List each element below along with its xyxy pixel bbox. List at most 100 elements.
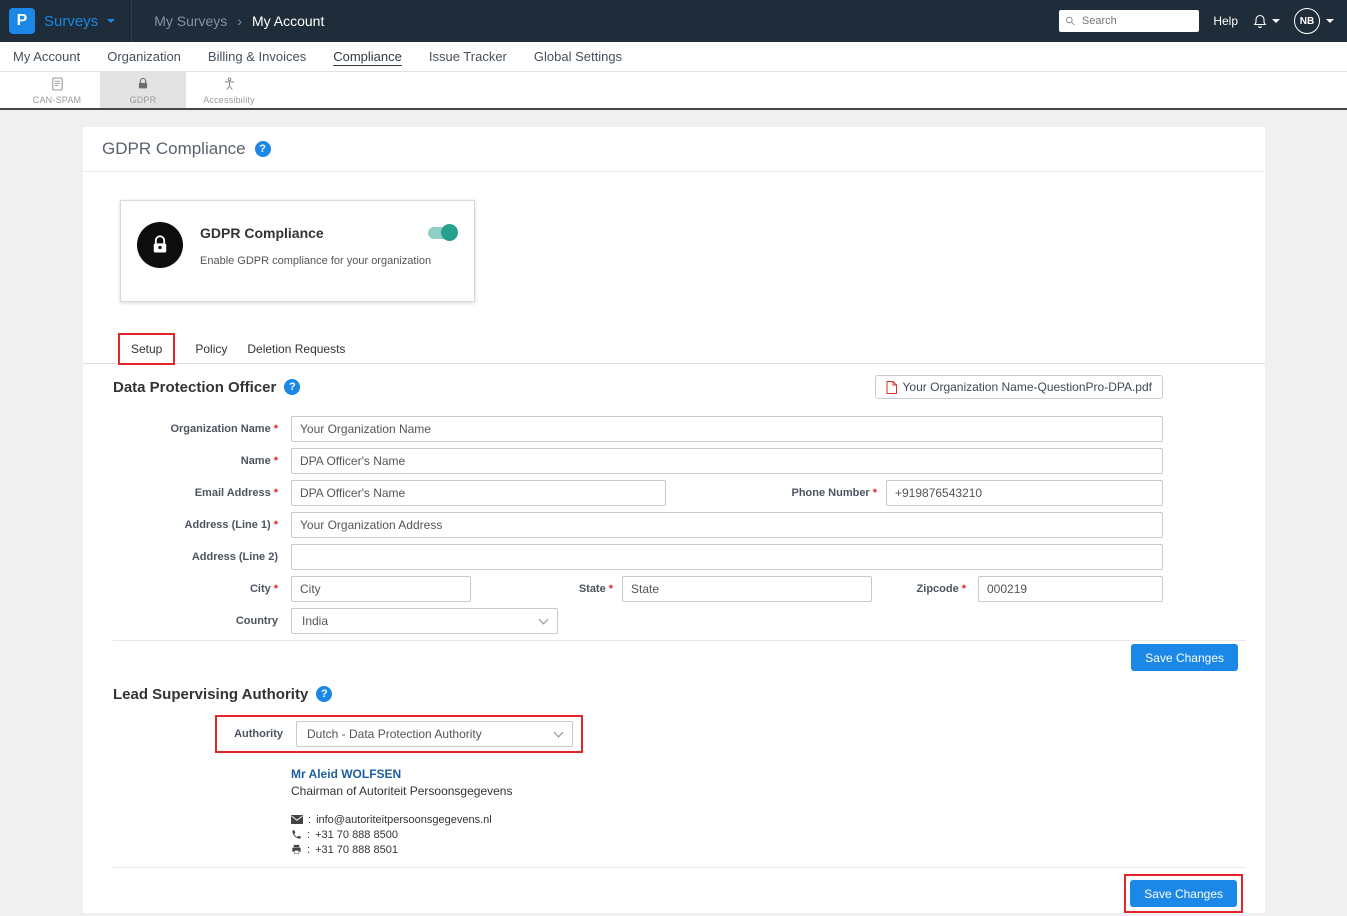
zipcode-label: Zipcode* <box>872 583 966 595</box>
gdpr-card-subtitle: Enable GDPR compliance for your organiza… <box>200 255 431 267</box>
authority-email: info@autoriteitpersoonsgegevens.nl <box>316 814 492 826</box>
gdpr-toggle-card: GDPR Compliance Enable GDPR compliance f… <box>120 200 475 302</box>
country-select[interactable]: India <box>291 608 558 634</box>
tab-label: GDPR <box>130 95 157 105</box>
notifications-button[interactable] <box>1252 13 1280 30</box>
product-switcher[interactable]: P Surveys <box>0 0 132 42</box>
compliance-icon-tabs: CAN-SPAM GDPR Accessibility <box>0 72 1347 110</box>
city-input[interactable] <box>291 576 471 602</box>
tab-label: Accessibility <box>203 95 255 105</box>
required-mark: * <box>274 487 278 499</box>
nav-item-issue-tracker[interactable]: Issue Tracker <box>429 49 507 64</box>
email-address-label: Email Address* <box>113 487 278 499</box>
lsa-heading-row: Lead Supervising Authority <box>113 681 1246 707</box>
phone-icon <box>291 829 302 840</box>
annotation-box-setup: Setup <box>118 333 175 365</box>
phone-number-label: Phone Number* <box>666 487 877 499</box>
phone-number-input[interactable] <box>886 480 1163 506</box>
app-logo: P <box>9 8 35 34</box>
country-value: India <box>302 614 328 628</box>
search-icon <box>1065 15 1076 27</box>
breadcrumb-my-surveys[interactable]: My Surveys <box>154 13 227 29</box>
tab-accessibility[interactable]: Accessibility <box>186 72 272 108</box>
pdf-button-label: Your Organization Name-QuestionPro-DPA.p… <box>903 380 1152 394</box>
gdpr-card-text: GDPR Compliance Enable GDPR compliance f… <box>200 222 431 280</box>
help-icon[interactable] <box>316 686 332 702</box>
document-icon <box>50 76 65 92</box>
required-mark: * <box>609 583 613 595</box>
tab-policy[interactable]: Policy <box>195 342 227 356</box>
page-title: GDPR Compliance <box>102 139 246 159</box>
nav-item-billing-invoices[interactable]: Billing & Invoices <box>208 49 306 64</box>
lsa-save-row: Save Changes <box>113 874 1246 913</box>
tab-can-spam[interactable]: CAN-SPAM <box>14 72 100 108</box>
gdpr-card-title: GDPR Compliance <box>200 225 431 241</box>
fax-icon <box>291 844 302 855</box>
nav-item-compliance[interactable]: Compliance <box>333 49 402 64</box>
breadcrumb-separator: › <box>237 13 242 29</box>
required-mark: * <box>274 583 278 595</box>
form-row: Country India <box>113 608 1246 634</box>
authority-phone-line: : +31 70 888 8500 <box>291 827 1246 842</box>
nav-item-global-settings[interactable]: Global Settings <box>534 49 622 64</box>
authority-fax: +31 70 888 8501 <box>315 844 398 856</box>
name-input[interactable] <box>291 448 1163 474</box>
name-label: Name* <box>113 455 278 467</box>
email-address-input[interactable] <box>291 480 666 506</box>
nav-item-my-account[interactable]: My Account <box>13 49 80 64</box>
required-mark: * <box>873 487 877 499</box>
chevron-down-icon <box>107 19 115 23</box>
authority-fax-line: : +31 70 888 8501 <box>291 842 1246 857</box>
tab-gdpr[interactable]: GDPR <box>100 72 186 108</box>
zipcode-input[interactable] <box>978 576 1163 602</box>
dpa-pdf-button[interactable]: Your Organization Name-QuestionPro-DPA.p… <box>875 375 1163 399</box>
state-input[interactable] <box>622 576 872 602</box>
page-header: GDPR Compliance <box>83 127 1265 172</box>
chevron-down-icon <box>1326 19 1334 23</box>
state-label: State* <box>471 583 613 595</box>
annotation-box-save: Save Changes <box>1124 874 1243 913</box>
envelope-icon <box>291 815 303 824</box>
address-line1-input[interactable] <box>291 512 1163 538</box>
tab-setup[interactable]: Setup <box>131 342 162 356</box>
chevron-down-icon <box>554 727 564 737</box>
dpo-heading-row: Data Protection Officer Your Organizatio… <box>113 374 1246 400</box>
help-icon[interactable] <box>284 379 300 395</box>
dpo-save-row: Save Changes <box>113 644 1246 671</box>
search-input[interactable] <box>1080 14 1193 28</box>
gdpr-toggle[interactable] <box>428 227 456 239</box>
authority-select[interactable]: Dutch - Data Protection Authority <box>296 721 573 747</box>
help-icon[interactable] <box>255 141 271 157</box>
logo-letter: P <box>17 12 28 30</box>
breadcrumb: My Surveys › My Account <box>154 13 324 29</box>
colon: : <box>307 829 310 841</box>
save-changes-button[interactable]: Save Changes <box>1130 880 1237 907</box>
gdpr-sub-tabs: Setup Policy Deletion Requests <box>83 334 1265 364</box>
address-line2-label: Address (Line 2) <box>113 551 278 563</box>
top-bar: P Surveys My Surveys › My Account Help N… <box>0 0 1347 42</box>
gdpr-compliance-panel: GDPR Compliance GDPR Compliance Enable G… <box>83 127 1265 913</box>
avatar: NB <box>1294 8 1320 34</box>
lsa-heading: Lead Supervising Authority <box>113 686 308 703</box>
form-row: Organization Name* <box>113 416 1246 442</box>
lead-supervising-authority-section: Lead Supervising Authority Authority Dut… <box>83 681 1265 913</box>
help-link[interactable]: Help <box>1213 14 1238 28</box>
lock-icon <box>150 234 170 256</box>
save-changes-button[interactable]: Save Changes <box>1131 644 1238 671</box>
dpo-heading: Data Protection Officer <box>113 379 276 396</box>
dpo-form: Organization Name* Name* Email Address* … <box>113 416 1246 634</box>
colon: : <box>308 814 311 826</box>
organization-name-label: Organization Name* <box>113 423 278 435</box>
form-row: Email Address* Phone Number* <box>113 480 1246 506</box>
tab-deletion-requests[interactable]: Deletion Requests <box>247 342 345 356</box>
address-line2-input[interactable] <box>291 544 1163 570</box>
organization-name-input[interactable] <box>291 416 1163 442</box>
section-divider <box>113 867 1246 868</box>
lock-badge <box>137 222 183 268</box>
topbar-actions: Help NB <box>1059 8 1347 34</box>
search-box[interactable] <box>1059 10 1199 32</box>
nav-item-organization[interactable]: Organization <box>107 49 181 64</box>
account-menu[interactable]: NB <box>1294 8 1334 34</box>
required-mark: * <box>274 423 278 435</box>
lock-icon <box>136 76 150 92</box>
